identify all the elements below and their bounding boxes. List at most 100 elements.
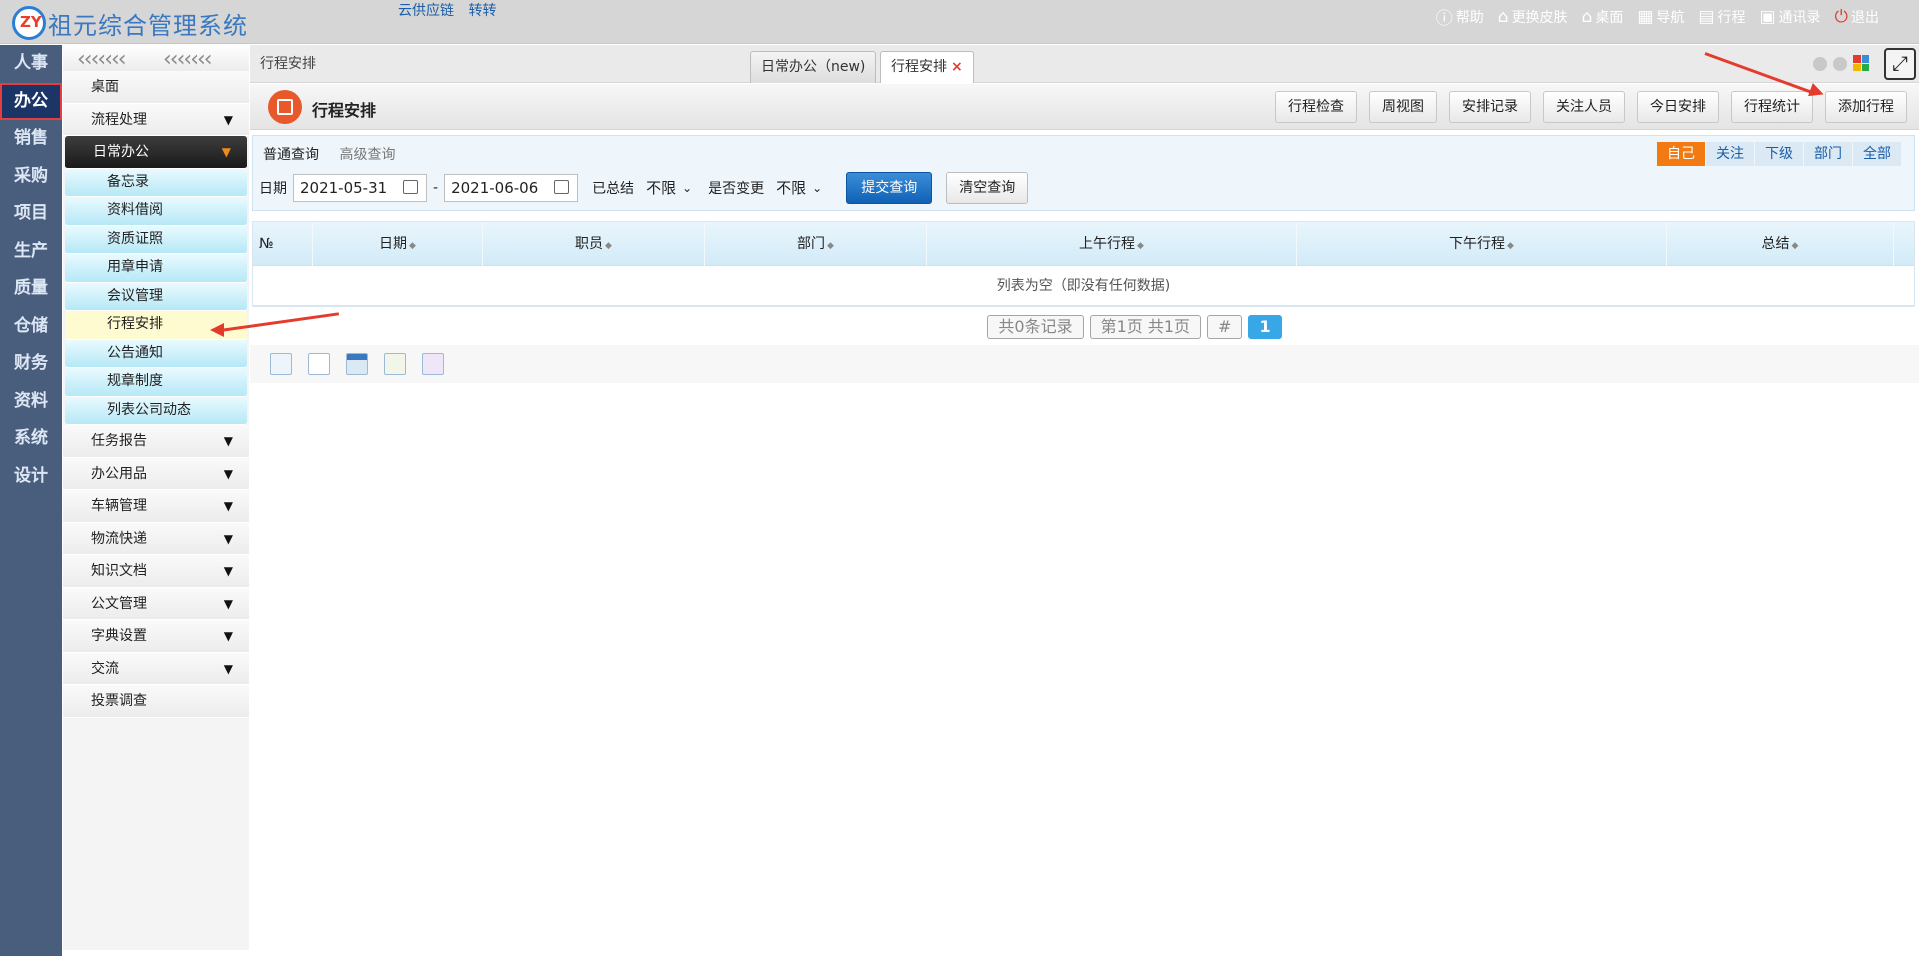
changed-select[interactable]: 不限 ⌄ bbox=[770, 174, 828, 202]
module-production[interactable]: 生产 bbox=[0, 233, 62, 271]
module-purchase[interactable]: 采购 bbox=[0, 158, 62, 196]
caret-down-icon: ▼ bbox=[221, 145, 231, 159]
submenu-leaf-meeting[interactable]: 会议管理 bbox=[65, 282, 247, 311]
close-tab-icon[interactable]: × bbox=[951, 59, 963, 75]
schedule-records-button[interactable]: 安排记录 bbox=[1449, 91, 1531, 123]
top-link-zhuanzhuan[interactable]: 转转 bbox=[468, 3, 496, 19]
module-docs[interactable]: 资料 bbox=[0, 383, 62, 421]
schedule-stats-button[interactable]: 行程统计 bbox=[1731, 91, 1813, 123]
pagination: 共0条记录 第1页 共1页 # 1 bbox=[250, 315, 1919, 339]
module-system[interactable]: 系统 bbox=[0, 420, 62, 458]
week-view-button[interactable]: 周视图 bbox=[1369, 91, 1437, 123]
submenu-daily-office[interactable]: 日常办公 ▼ bbox=[65, 136, 247, 169]
sort-icon: ◆ bbox=[1507, 241, 1514, 251]
top-menu-skin[interactable]: ⌂ 更换皮肤 bbox=[1498, 4, 1568, 29]
clear-query-button[interactable]: 清空查询 bbox=[946, 172, 1029, 204]
home-icon: ⌂ bbox=[1581, 6, 1593, 27]
top-link-supply-chain[interactable]: 云供应链 bbox=[398, 3, 454, 19]
scope-department[interactable]: 部门 bbox=[1804, 142, 1853, 166]
today-schedule-button[interactable]: 今日安排 bbox=[1637, 91, 1719, 123]
col-summary[interactable]: 总结 ◆ bbox=[1667, 222, 1894, 266]
module-quality[interactable]: 质量 bbox=[0, 270, 62, 308]
submenu-logistics[interactable]: 物流快递 ▼ bbox=[63, 522, 249, 555]
col-department[interactable]: 部门 ◆ bbox=[705, 222, 927, 266]
submenu-leaf-notice[interactable]: 公告通知 bbox=[65, 339, 247, 368]
empty-message: 列表为空（即没有任何数据) bbox=[253, 266, 1914, 306]
submenu-leaf-memo[interactable]: 备忘录 bbox=[65, 168, 247, 197]
top-links: 云供应链 转转 bbox=[398, 0, 506, 20]
module-hr[interactable]: 人事 bbox=[0, 45, 62, 83]
pager-current[interactable]: 1 bbox=[1248, 315, 1282, 339]
submenu-exchange[interactable]: 交流 ▼ bbox=[63, 652, 249, 685]
pencil-icon[interactable] bbox=[384, 353, 406, 375]
submenu-desktop[interactable]: 桌面 bbox=[63, 71, 249, 104]
scope-self[interactable]: 自己 bbox=[1657, 142, 1706, 166]
top-menu-nav[interactable]: ▦ 导航 bbox=[1637, 4, 1684, 29]
scope-subordinate[interactable]: 下级 bbox=[1755, 142, 1804, 166]
caret-down-icon: ▼ bbox=[223, 564, 233, 578]
pager-jump[interactable]: # bbox=[1207, 315, 1243, 339]
followed-people-button[interactable]: 关注人员 bbox=[1543, 91, 1625, 123]
tab-scroll-left-icon[interactable] bbox=[1813, 57, 1827, 71]
top-menu-help[interactable]: ⓘ 帮助 bbox=[1436, 4, 1484, 29]
top-menu-desktop[interactable]: ⌂ 桌面 bbox=[1582, 4, 1624, 29]
pager-pages: 第1页 共1页 bbox=[1089, 315, 1202, 339]
submenu-workflow[interactable]: 流程处理 ▼ bbox=[63, 103, 249, 136]
puzzle-icon[interactable] bbox=[422, 353, 444, 375]
caret-down-icon: ▼ bbox=[223, 596, 233, 611]
submenu-documents[interactable]: 公文管理 ▼ bbox=[63, 587, 249, 620]
summary-select[interactable]: 不限 ⌄ bbox=[640, 174, 698, 202]
shirt-icon: ⌂ bbox=[1497, 6, 1509, 27]
top-menu-logout[interactable]: ⏻ 退出 bbox=[1835, 4, 1879, 29]
submenu-vote[interactable]: 投票调查 bbox=[63, 685, 249, 718]
col-staff[interactable]: 职员 ◆ bbox=[483, 222, 705, 266]
add-schedule-button[interactable]: 添加行程 bbox=[1825, 91, 1907, 123]
submenu-task-report[interactable]: 任务报告 ▼ bbox=[63, 425, 249, 458]
changed-label: 是否变更 bbox=[708, 181, 765, 197]
fullscreen-icon[interactable]: ⤢ bbox=[1884, 48, 1916, 80]
table-icon[interactable] bbox=[346, 353, 368, 375]
tab-normal-query[interactable]: 普通查询 bbox=[263, 147, 319, 163]
tab-daily-office[interactable]: 日常办公（new) bbox=[750, 51, 877, 83]
submenu-vehicle[interactable]: 车辆管理 ▼ bbox=[63, 490, 249, 523]
select-grid-icon[interactable] bbox=[270, 353, 292, 375]
date-to-input[interactable]: 2021-06-06 bbox=[444, 174, 579, 202]
submenu-leaf-news[interactable]: 列表公司动态 bbox=[65, 396, 247, 425]
submenu-leaf-rules[interactable]: 规章制度 bbox=[65, 368, 247, 397]
col-number[interactable]: № bbox=[253, 222, 313, 266]
col-afternoon[interactable]: 下午行程 ◆ bbox=[1297, 222, 1667, 266]
module-finance[interactable]: 财务 bbox=[0, 345, 62, 383]
collapse-sidebar-button[interactable]: ‹‹‹‹‹‹‹ ‹‹‹‹‹‹‹ bbox=[63, 45, 249, 72]
module-sales[interactable]: 销售 bbox=[0, 120, 62, 158]
top-menu-contacts[interactable]: ▣ 通讯录 bbox=[1759, 4, 1820, 29]
date-label: 日期 bbox=[259, 181, 287, 197]
submenu-dictionary[interactable]: 字典设置 ▼ bbox=[63, 620, 249, 653]
blank-page-icon[interactable] bbox=[308, 353, 330, 375]
submenu-office-supplies[interactable]: 办公用品 ▼ bbox=[63, 457, 249, 490]
top-menu-schedule[interactable]: ▤ 行程 bbox=[1698, 4, 1745, 29]
submenu-leaf-borrow[interactable]: 资料借阅 bbox=[65, 197, 247, 226]
scope-followed[interactable]: 关注 bbox=[1706, 142, 1755, 166]
col-date[interactable]: 日期 ◆ bbox=[313, 222, 483, 266]
module-warehouse[interactable]: 仓储 bbox=[0, 308, 62, 346]
date-from-input[interactable]: 2021-05-31 bbox=[293, 174, 427, 202]
module-project[interactable]: 项目 bbox=[0, 195, 62, 233]
sort-icon: ◆ bbox=[409, 241, 416, 251]
schedule-check-button[interactable]: 行程检查 bbox=[1275, 91, 1357, 123]
tab-scroll-right-icon[interactable] bbox=[1833, 57, 1847, 71]
submenu-knowledge[interactable]: 知识文档 ▼ bbox=[63, 555, 249, 588]
module-design[interactable]: 设计 bbox=[0, 458, 62, 496]
col-morning[interactable]: 上午行程 ◆ bbox=[927, 222, 1297, 266]
calendar-icon bbox=[268, 90, 302, 124]
summary-label: 已总结 bbox=[592, 181, 635, 197]
chevron-down-icon: ⌄ bbox=[682, 181, 693, 195]
pager-total: 共0条记录 bbox=[987, 315, 1084, 339]
submenu-leaf-seal[interactable]: 用章申请 bbox=[65, 254, 247, 283]
scope-all[interactable]: 全部 bbox=[1853, 142, 1902, 166]
tab-advanced-query[interactable]: 高级查询 bbox=[339, 147, 395, 163]
module-office[interactable]: 办公 bbox=[0, 82, 62, 120]
tab-menu-icon[interactable] bbox=[1853, 55, 1869, 71]
tab-schedule[interactable]: 行程安排 × bbox=[880, 51, 974, 83]
submenu-leaf-cert[interactable]: 资质证照 bbox=[65, 225, 247, 254]
submit-query-button[interactable]: 提交查询 bbox=[846, 172, 933, 204]
